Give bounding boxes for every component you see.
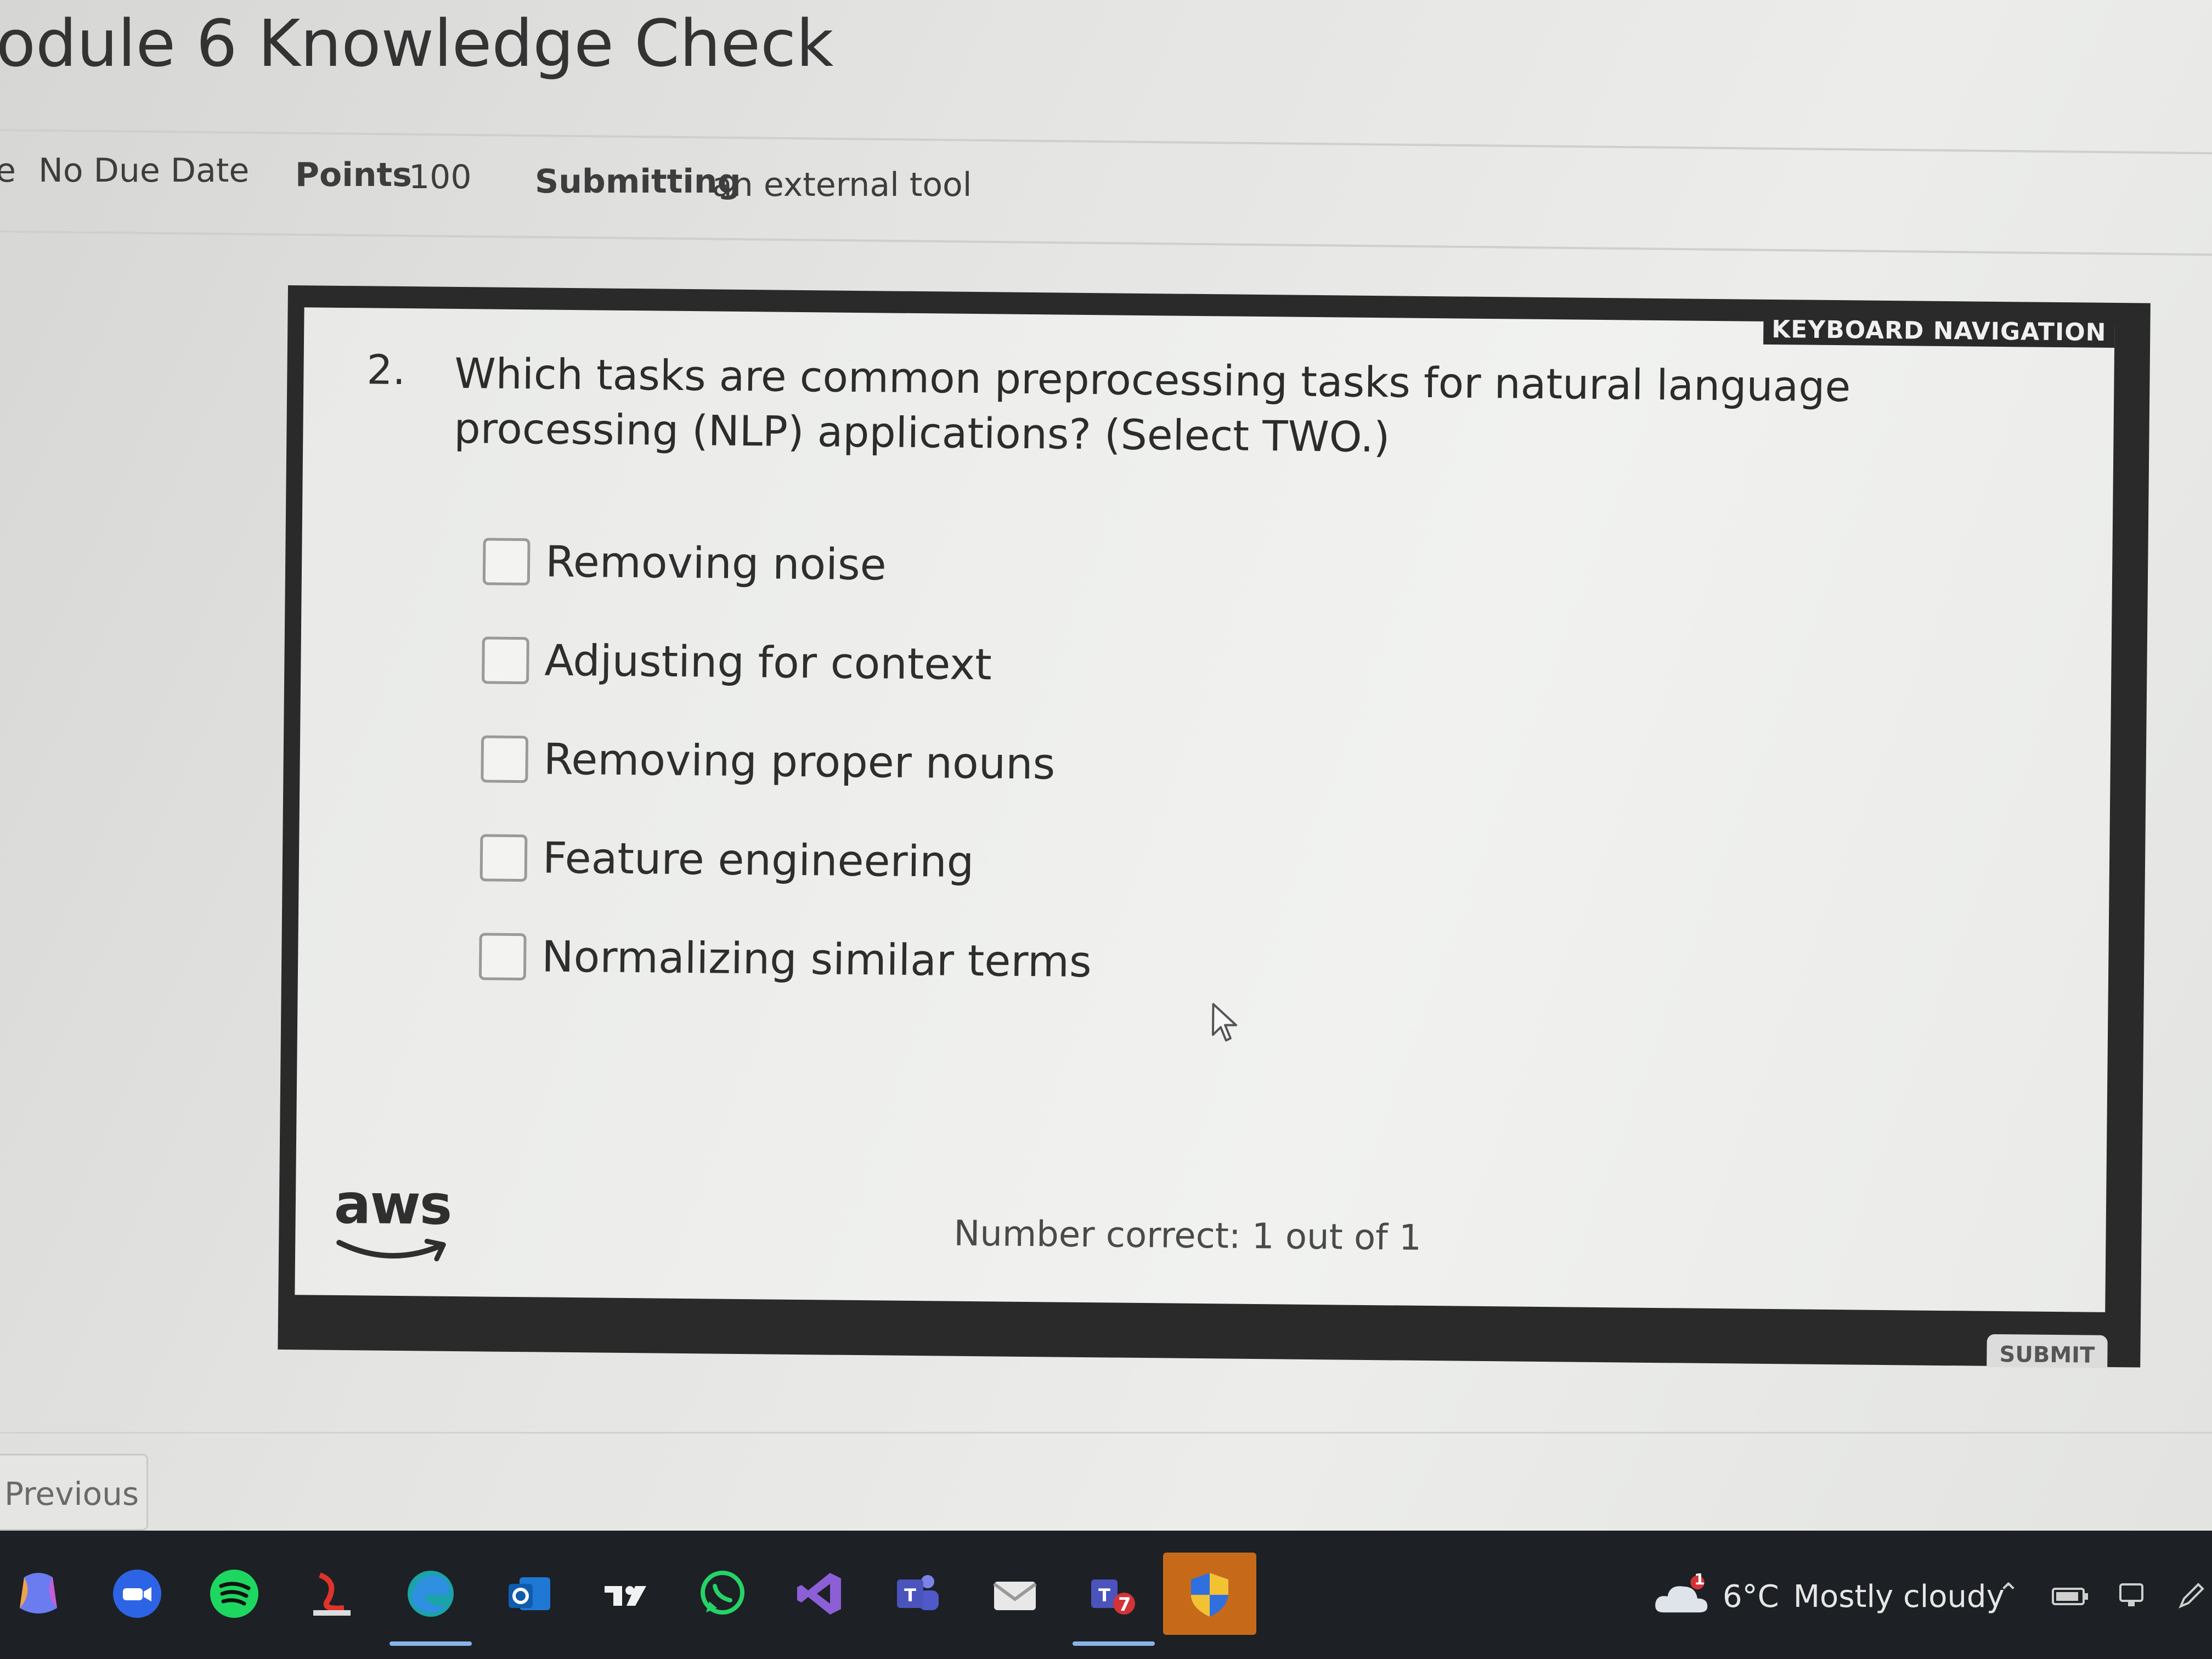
aws-logo-text: aws xyxy=(334,1171,452,1237)
outlook-icon[interactable] xyxy=(499,1564,560,1624)
checkbox[interactable] xyxy=(478,933,527,981)
mail-icon[interactable] xyxy=(985,1564,1045,1624)
edge-icon[interactable] xyxy=(400,1564,461,1624)
zoom-icon[interactable] xyxy=(107,1564,167,1624)
option-removing-proper-nouns[interactable]: Removing proper nouns xyxy=(481,709,1094,814)
submit-button[interactable]: SUBMIT xyxy=(1987,1334,2108,1368)
checkbox[interactable] xyxy=(481,735,529,783)
answer-options: Removing noise Adjusting for context Rem… xyxy=(478,512,1096,1012)
svg-text:T: T xyxy=(1098,1585,1110,1606)
teams-icon[interactable]: T xyxy=(888,1564,948,1624)
question-number: 2. xyxy=(366,346,406,394)
taskbar: T T 7 1 6°C Mostly cloudy ⌃ xyxy=(0,1531,2212,1659)
option-normalizing-similar-terms[interactable]: Normalizing similar terms xyxy=(478,907,1092,1012)
meta-divider xyxy=(0,230,2212,256)
option-adjusting-for-context[interactable]: Adjusting for context xyxy=(482,611,1095,715)
active-app-indicator xyxy=(390,1641,472,1646)
weather-description: Mostly cloudy xyxy=(1793,1578,2005,1615)
due-date: No Due Date xyxy=(38,151,250,190)
option-label: Feature engineering xyxy=(542,833,974,888)
network-icon[interactable] xyxy=(2115,1579,2148,1612)
footer-divider xyxy=(0,1432,2212,1434)
external-tool-frame: KEYBOARD NAVIGATION 2. Which tasks are c… xyxy=(278,285,2151,1368)
question-text: Which tasks are common preprocessing tas… xyxy=(454,348,1851,462)
page-title: lodule 6 Knowledge Check xyxy=(0,5,834,81)
option-feature-engineering[interactable]: Feature engineering xyxy=(479,808,1093,913)
mouse-pointer-icon xyxy=(1211,1003,1238,1042)
tray-overflow-chevron-icon[interactable]: ⌃ xyxy=(1997,1577,2020,1609)
meta-prefix: e xyxy=(0,151,16,190)
spotify-icon[interactable] xyxy=(204,1564,264,1624)
points-value: 100 xyxy=(409,158,472,196)
aws-smile-icon xyxy=(336,1239,446,1262)
previous-button[interactable]: Previous xyxy=(0,1454,148,1531)
pdf-reader-icon[interactable] xyxy=(302,1564,362,1624)
tradingview-icon[interactable] xyxy=(595,1564,656,1624)
assignment-meta: e No Due Date Points 100 Submitting an e… xyxy=(0,148,2212,214)
checkbox[interactable] xyxy=(482,538,531,586)
battery-icon[interactable] xyxy=(2052,1585,2090,1607)
option-removing-noise[interactable]: Removing noise xyxy=(482,512,1096,617)
option-label: Removing proper nouns xyxy=(543,735,1056,789)
svg-text:T: T xyxy=(904,1585,916,1606)
teams-work-icon[interactable]: T 7 xyxy=(1082,1564,1142,1624)
active-app-indicator xyxy=(1073,1641,1155,1646)
teams-notification-badge: 7 xyxy=(1118,1594,1131,1616)
quiz-panel: KEYBOARD NAVIGATION 2. Which tasks are c… xyxy=(295,307,2115,1312)
score-text: Number correct: 1 out of 1 xyxy=(953,1213,1422,1259)
option-label: Removing noise xyxy=(545,537,887,590)
weather-temperature: 6°C xyxy=(1723,1578,1779,1615)
option-label: Adjusting for context xyxy=(544,636,992,690)
points-label: Points xyxy=(295,156,412,194)
submitting-value: an external tool xyxy=(712,166,972,204)
visual-studio-icon[interactable] xyxy=(790,1564,850,1624)
keyboard-navigation-tab[interactable]: KEYBOARD NAVIGATION xyxy=(1763,314,2115,348)
aws-logo: aws xyxy=(334,1172,455,1266)
submitting-label: Submitting xyxy=(535,162,741,201)
pen-icon[interactable] xyxy=(2175,1579,2208,1612)
weather-alert-badge: 1 xyxy=(1694,1570,1705,1588)
security-shield-icon[interactable] xyxy=(1163,1553,1256,1635)
checkbox[interactable] xyxy=(479,834,528,882)
copilot-icon[interactable] xyxy=(8,1564,69,1624)
option-label: Normalizing similar terms xyxy=(541,932,1092,988)
checkbox[interactable] xyxy=(482,636,529,685)
weather-widget[interactable]: 1 6°C Mostly cloudy xyxy=(1651,1570,2005,1618)
whatsapp-icon[interactable] xyxy=(692,1564,753,1624)
